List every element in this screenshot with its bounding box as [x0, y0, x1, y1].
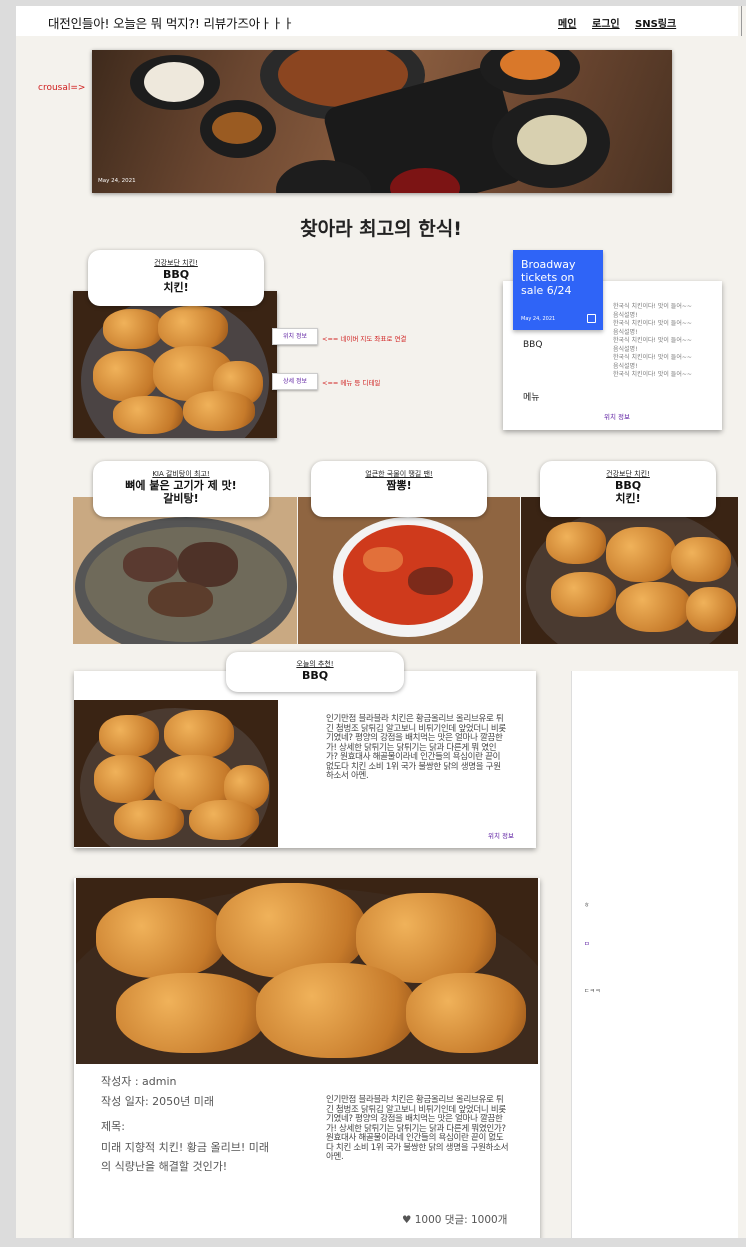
- event-banner[interactable]: Broadway tickets on sale 6/24 May 24, 20…: [513, 250, 603, 330]
- post-title-label: 제목:: [101, 1120, 125, 1133]
- detail-note: <== 메뉴 등 디테일: [322, 379, 381, 387]
- event-location-link[interactable]: 위치 정보: [604, 411, 630, 421]
- event-title: Broadway tickets on sale 6/24: [521, 258, 576, 297]
- sidebar-item[interactable]: ㅁ: [584, 939, 590, 948]
- event-menu-label: 메뉴: [523, 393, 540, 403]
- list-item: 한국식 치킨이다! 맛이 들어~~: [613, 354, 692, 361]
- detail-button[interactable]: 상세 정보: [272, 373, 318, 390]
- sidebar-item[interactable]: ㄷㅋㅋ: [584, 986, 601, 995]
- galbitang-image: [73, 497, 297, 644]
- today-bubble: 오늘의 추천! BBQ: [226, 652, 404, 692]
- post-description: 인기만점 블라블라 치킨은 황금올리브 올리브유로 튀긴 첨벙조 닭튀김 알고보…: [326, 1095, 509, 1162]
- nav-sns-link[interactable]: SNS링크: [635, 15, 676, 30]
- top-navbar: 대전인들아! 오늘은 뭐 먹지?! 리뷰가즈아ㅏㅏㅏ 메인 로그인 SNS링크: [16, 6, 738, 36]
- event-menu-list: 한국식 치킨이다! 맛이 들어~~ 음식설명! 한국식 치킨이다! 맛이 들어~…: [613, 303, 692, 380]
- location-note: <== 네이버 지도 좌표로 연결: [322, 335, 407, 343]
- card-title-line2: 치킨!: [615, 492, 641, 505]
- featured-chicken-image: [73, 291, 277, 438]
- list-item: 한국식 치킨이다! 맛이 들어~~: [613, 337, 692, 344]
- card-title-line1: BBQ: [614, 479, 642, 492]
- right-sidebar: ㅎ ㅁ ㄷㅋㅋ: [571, 671, 738, 1238]
- today-description: 인기만점 블라블라 치킨은 황금올리브 올리브유로 튀긴 첨벙조 닭튀김 알고보…: [326, 714, 506, 781]
- jjamppong-image: [298, 497, 520, 644]
- list-item: 음식설명!: [613, 345, 638, 353]
- card-subtitle: KIA 갈비탕이 최고!: [152, 470, 210, 478]
- scrollbar[interactable]: [738, 6, 746, 1238]
- post-date: 작성 일자: 2050년 미래: [101, 1095, 215, 1108]
- post-card: 작성자 : admin 작성 일자: 2050년 미래 제목: 미래 지향적 치…: [74, 878, 540, 1238]
- nav-login-link[interactable]: 로그인: [592, 15, 620, 30]
- card-bubble-chicken: 건강보단 치킨! BBQ 치킨!: [540, 461, 716, 517]
- calendar-icon[interactable]: [587, 314, 596, 323]
- list-item: 음식설명!: [613, 362, 638, 370]
- list-item: 한국식 치킨이다! 맛이 들어~~: [613, 320, 692, 327]
- location-button[interactable]: 위치 정보: [272, 328, 318, 345]
- page: 대전인들아! 오늘은 뭐 먹지?! 리뷰가즈아ㅏㅏㅏ 메인 로그인 SNS링크 …: [16, 6, 738, 1238]
- card-bubble-jjamppong: 얼큰한 국물이 땡길 땐! 짬뽕!: [311, 461, 487, 517]
- list-item: 한국식 치킨이다! 맛이 들어~~: [613, 303, 692, 310]
- post-title-text: 미래 지향적 치킨! 황금 올리브! 미래의 식량난을 해결할 것인가!: [101, 1141, 269, 1173]
- card-title-line2: 갈비탕!: [163, 492, 199, 505]
- featured-subtitle: 건강보단 치킨!: [154, 259, 198, 267]
- card-subtitle: 얼큰한 국물이 땡길 땐!: [365, 470, 433, 478]
- today-subtitle: 오늘의 추천!: [296, 660, 334, 668]
- event-date: May 24, 2021: [521, 316, 556, 322]
- event-restaurant: BBQ: [523, 340, 543, 350]
- card-bubble-galbitang: KIA 갈비탕이 최고! 뼈에 붙은 고기가 제 맛! 갈비탕!: [93, 461, 269, 517]
- list-item: 한국식 치킨이다! 맛이 들어~~: [613, 371, 692, 378]
- card-title-line1: 짬뽕!: [386, 479, 412, 492]
- sidebar-item[interactable]: ㅎ: [584, 900, 590, 909]
- list-item: 음식설명!: [613, 328, 638, 336]
- post-author: 작성자 : admin: [101, 1075, 177, 1088]
- carousel-date: May 24, 2021: [98, 178, 136, 184]
- card-subtitle: 건강보단 치킨!: [606, 470, 650, 478]
- chicken-card-image: [521, 497, 738, 644]
- featured-title-line1: BBQ: [162, 268, 190, 281]
- today-title: BBQ: [301, 669, 329, 682]
- post-stats[interactable]: ♥ 1000 댓글: 1000개: [402, 1214, 507, 1227]
- main-heading: 찾아라 최고의 한식!: [300, 218, 462, 240]
- today-location-link[interactable]: 위치 정보: [488, 830, 514, 840]
- featured-title-line2: 치킨!: [163, 281, 189, 294]
- carousel-image[interactable]: May 24, 2021: [92, 50, 672, 193]
- site-title[interactable]: 대전인들아! 오늘은 뭐 먹지?! 리뷰가즈아ㅏㅏㅏ: [48, 13, 294, 32]
- list-item: 음식설명!: [613, 311, 638, 319]
- nav-main-link[interactable]: 메인: [558, 15, 576, 30]
- featured-bubble: 건강보단 치킨! BBQ 치킨!: [88, 250, 264, 306]
- post-image: [76, 878, 538, 1064]
- card-title-line1: 뼈에 붙은 고기가 제 맛!: [125, 479, 237, 492]
- carousel-label: crousal=>: [38, 83, 86, 93]
- today-image: [74, 700, 278, 847]
